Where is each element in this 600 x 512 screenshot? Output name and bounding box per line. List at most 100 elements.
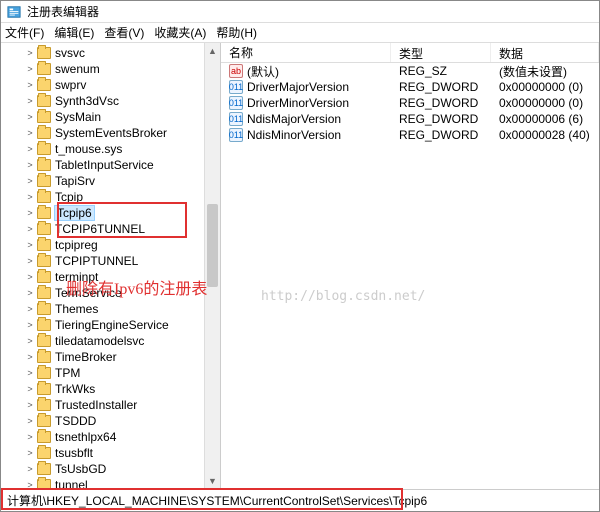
folder-icon	[37, 287, 51, 299]
expand-icon[interactable]: >	[25, 256, 35, 266]
values-pane[interactable]: 名称 类型 数据 ab(默认)REG_SZ(数值未设置)011 DriverMaj…	[221, 43, 599, 489]
tree-item[interactable]: >TsUsbGD	[25, 461, 204, 477]
tree-item-label: SysMain	[55, 110, 101, 124]
tree-item[interactable]: >svsvc	[25, 45, 204, 61]
expand-icon[interactable]: >	[25, 464, 35, 474]
tree-item[interactable]: >t_mouse.sys	[25, 141, 204, 157]
tree-item[interactable]: > TermService	[25, 285, 204, 301]
expand-icon[interactable]: >	[25, 368, 35, 378]
tree-item[interactable]: >tunnel	[25, 477, 204, 489]
expand-icon[interactable]: >	[25, 224, 35, 234]
tree-item[interactable]: >TieringEngineService	[25, 317, 204, 333]
expand-icon[interactable]: >	[25, 80, 35, 90]
tree-item[interactable]: >tiledatamodelsvc	[25, 333, 204, 349]
tree-item[interactable]: >TCPIP6TUNNEL	[25, 221, 204, 237]
value-name: DriverMajorVersion	[247, 80, 349, 94]
expand-icon[interactable]: >	[25, 336, 35, 346]
tree-item-label: TermService	[55, 286, 122, 300]
menu-favorites[interactable]: 收藏夹(A)	[154, 24, 206, 41]
value-name: NdisMinorVersion	[247, 128, 341, 142]
folder-icon	[37, 143, 51, 155]
tree-item[interactable]: >swprv	[25, 77, 204, 93]
expand-icon[interactable]: >	[25, 112, 35, 122]
tree-item[interactable]: >Themes	[25, 301, 204, 317]
scroll-thumb[interactable]	[207, 204, 218, 287]
expand-icon[interactable]: >	[25, 400, 35, 410]
tree-item-label: TapiSrv	[55, 174, 95, 188]
folder-icon	[37, 47, 51, 59]
tree-item[interactable]: >TabletInputService	[25, 157, 204, 173]
expand-icon[interactable]: >	[25, 160, 35, 170]
folder-icon	[37, 223, 51, 235]
registry-tree[interactable]: >svsvc>swenum>swprv>Synth3dVsc>SysMain>S…	[1, 43, 204, 489]
value-row[interactable]: 011DriverMinorVersionREG_DWORD0x00000000…	[221, 95, 599, 111]
column-name[interactable]: 名称	[221, 43, 391, 62]
folder-icon	[37, 351, 51, 363]
expand-icon[interactable]: >	[25, 304, 35, 314]
tree-item[interactable]: > TapiSrv	[25, 173, 204, 189]
column-type[interactable]: 类型	[391, 43, 491, 62]
column-data[interactable]: 数据	[491, 43, 599, 62]
tree-item[interactable]: >TrkWks	[25, 381, 204, 397]
value-row[interactable]: ab(默认)REG_SZ(数值未设置)	[221, 63, 599, 79]
tree-item[interactable]: >terminpt	[25, 269, 204, 285]
expand-icon[interactable]: >	[25, 128, 35, 138]
tree-item-label: tcpipreg	[55, 238, 98, 252]
tree-item[interactable]: > SysMain	[25, 109, 204, 125]
tree-item[interactable]: >TSDDD	[25, 413, 204, 429]
expand-icon[interactable]: >	[25, 352, 35, 362]
value-name: (默认)	[247, 63, 279, 80]
expand-icon[interactable]: >	[25, 384, 35, 394]
tree-item[interactable]: >swenum	[25, 61, 204, 77]
tree-item[interactable]: >TCPIPTUNNEL	[25, 253, 204, 269]
folder-icon	[37, 191, 51, 203]
value-type: REG_DWORD	[391, 128, 491, 142]
expand-icon[interactable]: >	[25, 240, 35, 250]
regedit-window: 注册表编辑器 文件(F) 编辑(E) 查看(V) 收藏夹(A) 帮助(H) >s…	[0, 0, 600, 512]
tree-item[interactable]: >Tcpip	[25, 189, 204, 205]
menu-help[interactable]: 帮助(H)	[216, 24, 257, 41]
tree-item[interactable]: >Tcpip6	[25, 205, 204, 221]
folder-icon	[37, 383, 51, 395]
expand-icon[interactable]: >	[25, 48, 35, 58]
expand-icon[interactable]: >	[25, 96, 35, 106]
value-name: NdisMajorVersion	[247, 112, 341, 126]
folder-icon	[37, 175, 51, 187]
expand-icon[interactable]: >	[25, 480, 35, 489]
expand-icon[interactable]: >	[25, 416, 35, 426]
value-row[interactable]: 011NdisMinorVersionREG_DWORD0x00000028 (…	[221, 127, 599, 143]
tree-item[interactable]: >tsusbflt	[25, 445, 204, 461]
folder-icon	[37, 399, 51, 411]
folder-icon	[37, 367, 51, 379]
scroll-up-icon[interactable]: ▲	[205, 43, 220, 59]
menu-view[interactable]: 查看(V)	[104, 24, 144, 41]
menu-file[interactable]: 文件(F)	[5, 24, 44, 41]
tree-scrollbar[interactable]: ▲ ▼	[204, 43, 220, 489]
values-list[interactable]: ab(默认)REG_SZ(数值未设置)011 DriverMajorVersion…	[221, 63, 599, 143]
expand-icon[interactable]: >	[25, 320, 35, 330]
tree-item[interactable]: > tcpipreg	[25, 237, 204, 253]
expand-icon[interactable]: >	[25, 144, 35, 154]
expand-icon[interactable]: >	[25, 192, 35, 202]
binary-value-icon: 011	[229, 80, 243, 94]
expand-icon[interactable]: >	[25, 64, 35, 74]
tree-item[interactable]: >TimeBroker	[25, 349, 204, 365]
tree-item[interactable]: >TrustedInstaller	[25, 397, 204, 413]
tree-pane[interactable]: >svsvc>swenum>swprv>Synth3dVsc>SysMain>S…	[1, 43, 221, 489]
tree-item-label: SystemEventsBroker	[55, 126, 167, 140]
expand-icon[interactable]: >	[25, 448, 35, 458]
tree-item[interactable]: >tsnethlpx64	[25, 429, 204, 445]
tree-item[interactable]: >TPM	[25, 365, 204, 381]
menu-edit[interactable]: 编辑(E)	[54, 24, 94, 41]
scroll-down-icon[interactable]: ▼	[205, 473, 220, 489]
expand-icon[interactable]: >	[25, 288, 35, 298]
expand-icon[interactable]: >	[25, 272, 35, 282]
folder-icon	[37, 431, 51, 443]
expand-icon[interactable]: >	[25, 176, 35, 186]
value-row[interactable]: 011NdisMajorVersionREG_DWORD0x00000006 (…	[221, 111, 599, 127]
expand-icon[interactable]: >	[25, 432, 35, 442]
tree-item[interactable]: >Synth3dVsc	[25, 93, 204, 109]
tree-item[interactable]: > SystemEventsBroker	[25, 125, 204, 141]
expand-icon[interactable]: >	[25, 208, 35, 218]
value-row[interactable]: 011DriverMajorVersionREG_DWORD0x00000000…	[221, 79, 599, 95]
